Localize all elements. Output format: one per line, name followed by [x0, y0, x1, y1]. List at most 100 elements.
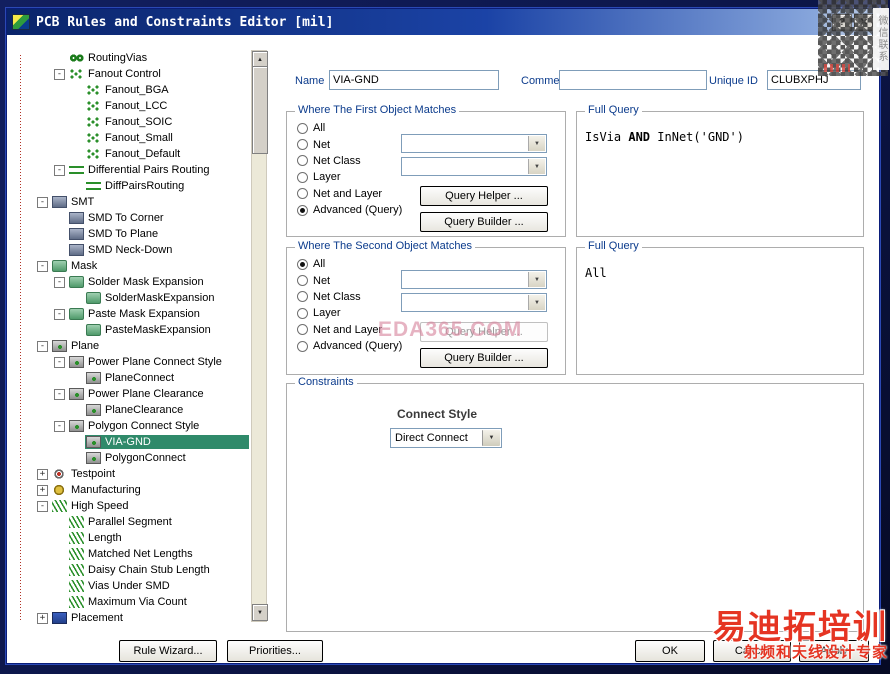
tree-item-body[interactable]: DiffPairsRouting: [85, 179, 187, 193]
tree-item-body[interactable]: Parallel Segment: [68, 515, 175, 529]
tree-item-body[interactable]: Fanout_Small: [85, 131, 176, 145]
tree-item-body[interactable]: Plane: [51, 339, 102, 353]
tree-item[interactable]: Fanout_SOIC: [37, 114, 249, 130]
tree-item[interactable]: PolygonConnect: [37, 450, 249, 466]
tree-item-body[interactable]: PolygonConnect: [85, 451, 189, 465]
tree-item[interactable]: Length: [37, 530, 249, 546]
tree-item-body[interactable]: Matched Net Lengths: [68, 547, 196, 561]
comment-input[interactable]: [559, 70, 707, 90]
radio-option-advanced-query-[interactable]: Advanced (Query): [297, 202, 402, 218]
radio-icon[interactable]: [297, 188, 308, 200]
tree-item-body[interactable]: Placement: [51, 611, 126, 625]
radio-option-net-class[interactable]: Net Class: [297, 289, 402, 305]
tree-item-body[interactable]: Power Plane Connect Style: [68, 355, 225, 369]
tree-scrollbar[interactable]: ▲ ▼: [251, 50, 268, 622]
tree-item-body[interactable]: High Speed: [51, 499, 132, 513]
tree-item-body[interactable]: Testpoint: [51, 467, 118, 481]
collapse-toggle-icon[interactable]: -: [54, 420, 65, 432]
radio-option-layer[interactable]: Layer: [297, 169, 402, 185]
tree-item[interactable]: - Power Plane Clearance: [37, 386, 249, 402]
tree-item[interactable]: - Paste Mask Expansion: [37, 306, 249, 322]
radio-icon[interactable]: [297, 139, 308, 151]
tree-item[interactable]: PlaneClearance: [37, 402, 249, 418]
tree-item[interactable]: - Mask: [37, 258, 249, 274]
collapse-toggle-icon[interactable]: -: [37, 196, 48, 208]
radio-icon[interactable]: [297, 204, 308, 216]
tree-item[interactable]: - Power Plane Connect Style: [37, 354, 249, 370]
combo-arrow-icon[interactable]: ▼: [528, 136, 545, 151]
tree-item[interactable]: Vias Under SMD: [37, 578, 249, 594]
tree-item-body[interactable]: PlaneConnect: [85, 371, 177, 385]
tree-item-body[interactable]: SMD To Plane: [68, 227, 161, 241]
first-net-combo[interactable]: ▼: [401, 134, 547, 153]
tree-item-body[interactable]: Power Plane Clearance: [68, 387, 207, 401]
tree-item[interactable]: Matched Net Lengths: [37, 546, 249, 562]
tree-item[interactable]: - Polygon Connect Style: [37, 418, 249, 434]
second-query-builder-button[interactable]: Query Builder ...: [420, 348, 548, 368]
dropdown-arrow-icon[interactable]: ▼: [482, 430, 500, 446]
expand-toggle-icon[interactable]: +: [37, 484, 48, 496]
tree-item-body[interactable]: Fanout Control: [68, 67, 164, 81]
radio-icon[interactable]: [297, 275, 308, 287]
tree-item-body[interactable]: Manufacturing: [51, 483, 144, 497]
combo-arrow-icon[interactable]: ▼: [528, 272, 545, 287]
tree-item-body[interactable]: Differential Pairs Routing: [68, 163, 212, 177]
radio-option-all[interactable]: All: [297, 120, 402, 136]
collapse-toggle-icon[interactable]: -: [37, 500, 48, 512]
tree-item[interactable]: Parallel Segment: [37, 514, 249, 530]
radio-icon[interactable]: [297, 324, 308, 336]
tree-item-body[interactable]: Polygon Connect Style: [68, 419, 202, 433]
scroll-thumb[interactable]: [252, 66, 268, 154]
first-netclass-combo[interactable]: ▼: [401, 157, 547, 176]
tree-item-body[interactable]: Solder Mask Expansion: [68, 275, 207, 289]
tree-item-body[interactable]: PlaneClearance: [85, 403, 186, 417]
radio-icon[interactable]: [297, 171, 308, 183]
tree-item-body[interactable]: RoutingVias: [68, 51, 150, 65]
tree-item[interactable]: Fanout_Default: [37, 146, 249, 162]
radio-option-net[interactable]: Net: [297, 272, 402, 288]
second-netclass-combo[interactable]: ▼: [401, 293, 547, 312]
tree-item[interactable]: + Placement: [37, 610, 249, 626]
tree-item-body[interactable]: Length: [68, 531, 125, 545]
tree-item[interactable]: SolderMaskExpansion: [37, 290, 249, 306]
radio-option-net[interactable]: Net: [297, 136, 402, 152]
radio-option-net-and-layer[interactable]: Net and Layer: [297, 186, 402, 202]
tree-item[interactable]: + Testpoint: [37, 466, 249, 482]
radio-icon[interactable]: [297, 340, 308, 352]
tree-item[interactable]: PasteMaskExpansion: [37, 322, 249, 338]
collapse-toggle-icon[interactable]: -: [37, 260, 48, 272]
tree-item-body[interactable]: SolderMaskExpansion: [85, 291, 217, 305]
radio-icon[interactable]: [297, 307, 308, 319]
radio-icon[interactable]: [297, 258, 308, 270]
expand-toggle-icon[interactable]: +: [37, 468, 48, 480]
scroll-down-arrow-icon[interactable]: ▼: [252, 604, 268, 621]
tree-item-body[interactable]: PasteMaskExpansion: [85, 323, 214, 337]
tree-item-body[interactable]: Vias Under SMD: [68, 579, 173, 593]
titlebar[interactable]: PCB Rules and Constraints Editor [mil] ?…: [7, 9, 879, 35]
combo-arrow-icon[interactable]: ▼: [528, 159, 545, 174]
tree-item[interactable]: RoutingVias: [37, 50, 249, 66]
radio-icon[interactable]: [297, 155, 308, 167]
radio-option-all[interactable]: All: [297, 256, 402, 272]
tree-item-body[interactable]: Fanout_SOIC: [85, 115, 175, 129]
tree-item-body[interactable]: Paste Mask Expansion: [68, 307, 203, 321]
rule-wizard-button[interactable]: Rule Wizard...: [119, 640, 217, 662]
tree-item[interactable]: PlaneConnect: [37, 370, 249, 386]
tree-item[interactable]: Fanout_BGA: [37, 82, 249, 98]
tree-item[interactable]: - Plane: [37, 338, 249, 354]
tree-item-body[interactable]: Fanout_BGA: [85, 83, 172, 97]
tree-item-body[interactable]: SMD Neck-Down: [68, 243, 175, 257]
tree-item[interactable]: - Solder Mask Expansion: [37, 274, 249, 290]
connect-style-dropdown[interactable]: Direct Connect ▼: [390, 428, 502, 448]
tree-item[interactable]: + Manufacturing: [37, 482, 249, 498]
priorities-button[interactable]: Priorities...: [227, 640, 323, 662]
tree-item[interactable]: VIA-GND: [37, 434, 249, 450]
expand-toggle-icon[interactable]: +: [37, 612, 48, 624]
tree-item-body[interactable]: Fanout_LCC: [85, 99, 170, 113]
tree-item[interactable]: DiffPairsRouting: [37, 178, 249, 194]
tree-item-body[interactable]: VIA-GND: [85, 435, 249, 449]
tree-item[interactable]: Fanout_LCC: [37, 98, 249, 114]
radio-icon[interactable]: [297, 122, 308, 134]
collapse-toggle-icon[interactable]: -: [54, 68, 65, 80]
tree-item-body[interactable]: SMD To Corner: [68, 211, 167, 225]
